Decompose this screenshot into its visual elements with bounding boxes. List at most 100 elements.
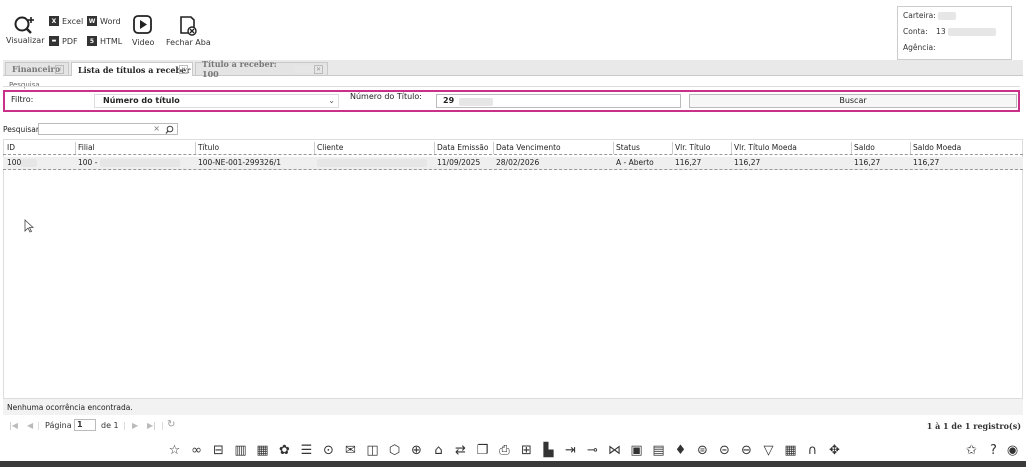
cash-icon[interactable]: ▣	[629, 443, 644, 458]
next-page-icon[interactable]: ▶	[132, 421, 138, 430]
results-grid	[3, 139, 1023, 414]
col-data-emissao[interactable]: Data Emissão	[437, 143, 488, 152]
col-id[interactable]: ID	[7, 143, 15, 152]
carteira-label: Carteira:	[903, 11, 936, 20]
col-saldo-moeda[interactable]: Saldo Moeda	[913, 143, 961, 152]
star-icon[interactable]: ☆	[167, 443, 182, 458]
filtro-select[interactable]: Número do título ⌄	[94, 94, 339, 108]
pesquisar-input[interactable]: ×	[38, 123, 178, 135]
coin-icon[interactable]: ⊜	[695, 443, 710, 458]
book-icon[interactable]: ◫	[365, 443, 380, 458]
numero-titulo-input[interactable]: 29	[436, 94, 681, 108]
calculator-icon[interactable]: ▥	[233, 443, 248, 458]
briefcase-icon[interactable]: ⊟	[211, 443, 226, 458]
glasses-icon[interactable]: ∞	[189, 443, 204, 458]
cell-filial: 100 -	[78, 158, 180, 167]
file-icon[interactable]: ▤	[651, 443, 666, 458]
filtro-select-value: Número do título	[103, 96, 180, 105]
plugin-icon[interactable]: ✥	[827, 443, 842, 458]
truck-icon[interactable]: ⇥	[563, 443, 578, 458]
gear-icon[interactable]: ✿	[277, 443, 292, 458]
col-divider	[851, 142, 852, 154]
pesquisa-section-label: Pesquisa	[9, 81, 40, 89]
tab-titulo-receber[interactable]: Título a receber: 100 ✕	[195, 59, 328, 79]
fechar-aba-label: Fechar Aba	[166, 38, 211, 47]
col-status[interactable]: Status	[616, 143, 640, 152]
hierarchy-icon[interactable]: ⊞	[519, 443, 534, 458]
box-icon[interactable]: ⬡	[387, 443, 402, 458]
cell-id: 100	[7, 158, 38, 167]
bank-icon[interactable]: ⌂	[431, 443, 446, 458]
money-icon[interactable]: ⊖	[739, 443, 754, 458]
play-circle-icon[interactable]: ◉	[1005, 443, 1020, 458]
col-data-vencimento[interactable]: Data Vencimento	[496, 143, 561, 152]
document-icon[interactable]: ❐	[475, 443, 490, 458]
car-icon[interactable]: ⊸	[585, 443, 600, 458]
video-button[interactable]: Video	[132, 14, 154, 47]
visualizar-button[interactable]: Visualizar	[6, 14, 45, 45]
col-vlr-titulo[interactable]: Vlr. Título	[675, 143, 710, 152]
col-vlr-titulo-moeda[interactable]: Vlr. Título Moeda	[734, 143, 797, 152]
html-button[interactable]: 5 HTML	[87, 34, 122, 48]
fechar-aba-button[interactable]: Fechar Aba	[166, 14, 211, 47]
numero-titulo-value: 29	[443, 96, 455, 105]
col-cliente[interactable]: Cliente	[317, 143, 343, 152]
chevron-down-icon: ⌄	[328, 96, 335, 105]
cell-status: A - Aberto	[616, 158, 654, 167]
clear-icon[interactable]: ×	[153, 124, 160, 133]
col-titulo[interactable]: Título	[198, 143, 219, 152]
buscar-label: Buscar	[839, 96, 867, 105]
search-icon[interactable]	[165, 125, 174, 134]
barcode-icon[interactable]: ▦	[255, 443, 270, 458]
table-icon[interactable]: ▦	[783, 443, 798, 458]
printer-icon[interactable]: ⎙	[497, 443, 512, 458]
sliders-icon[interactable]: ☰	[299, 443, 314, 458]
refresh-icon[interactable]: ↻	[167, 419, 175, 430]
pesquisar-label: Pesquisar	[3, 125, 39, 134]
conta-label: Conta:	[903, 27, 928, 36]
page-input[interactable]: 1	[74, 419, 96, 431]
first-page-icon[interactable]: |◀	[9, 421, 18, 430]
tab-lista-titulos-label: Lista de títulos a receber	[78, 64, 191, 75]
word-button[interactable]: W Word	[87, 14, 121, 28]
handshake-icon[interactable]: ⇄	[453, 443, 468, 458]
star-add-icon[interactable]: ✩	[964, 443, 979, 458]
tab-financeiro[interactable]: Financeiro ✕	[5, 62, 69, 75]
cell-saldo-moeda: 116,27	[913, 158, 940, 167]
col-divider	[314, 142, 315, 154]
prev-page-icon[interactable]: ◀	[27, 421, 33, 430]
excel-button[interactable]: X Excel	[49, 14, 83, 28]
numero-titulo-label: Número do Título:	[350, 92, 422, 101]
coins-icon[interactable]: ⊝	[717, 443, 732, 458]
pdf-button[interactable]: ▬ PDF	[49, 34, 78, 48]
mail-icon[interactable]: ✉	[343, 443, 358, 458]
de-label: de 1	[101, 421, 119, 430]
cell-data-emissao: 11/09/2025	[437, 158, 481, 167]
help-icon[interactable]: ?	[986, 443, 1001, 458]
chart-icon[interactable]: ▙	[541, 443, 556, 458]
graduation-icon[interactable]: ♦	[673, 443, 688, 458]
cart-icon[interactable]: ▽	[761, 443, 776, 458]
tab-titulo-receber-label: Título a receber: 100	[202, 59, 277, 79]
close-icon[interactable]: ✕	[55, 65, 64, 74]
close-icon[interactable]: ✕	[179, 65, 188, 74]
video-label: Video	[132, 38, 155, 47]
buscar-button[interactable]: Buscar	[689, 94, 1017, 108]
last-page-icon[interactable]: ▶|	[147, 421, 156, 430]
col-divider	[75, 142, 76, 154]
page-input-value: 1	[77, 420, 83, 429]
globe-icon[interactable]: ⊕	[409, 443, 424, 458]
tools-icon[interactable]: ⋈	[607, 443, 622, 458]
close-icon[interactable]: ✕	[314, 65, 323, 74]
headset-icon[interactable]: ∩	[805, 443, 820, 458]
tab-bar: Financeiro ✕ Lista de títulos a receber …	[3, 59, 1023, 79]
html-icon: 5	[87, 36, 97, 46]
conta-value: 13	[936, 27, 946, 36]
mouse-icon[interactable]: ⊙	[321, 443, 336, 458]
filtro-label: Filtro:	[11, 95, 34, 104]
col-saldo[interactable]: Saldo	[854, 143, 875, 152]
status-message: Nenhuma ocorrência encontrada.	[7, 403, 133, 412]
col-filial[interactable]: Filial	[78, 143, 95, 152]
tab-lista-titulos[interactable]: Lista de títulos a receber ✕	[71, 62, 193, 76]
table-row[interactable]: 100 100 - 100-NE-001-299326/1 11/09/2025…	[3, 157, 1023, 170]
